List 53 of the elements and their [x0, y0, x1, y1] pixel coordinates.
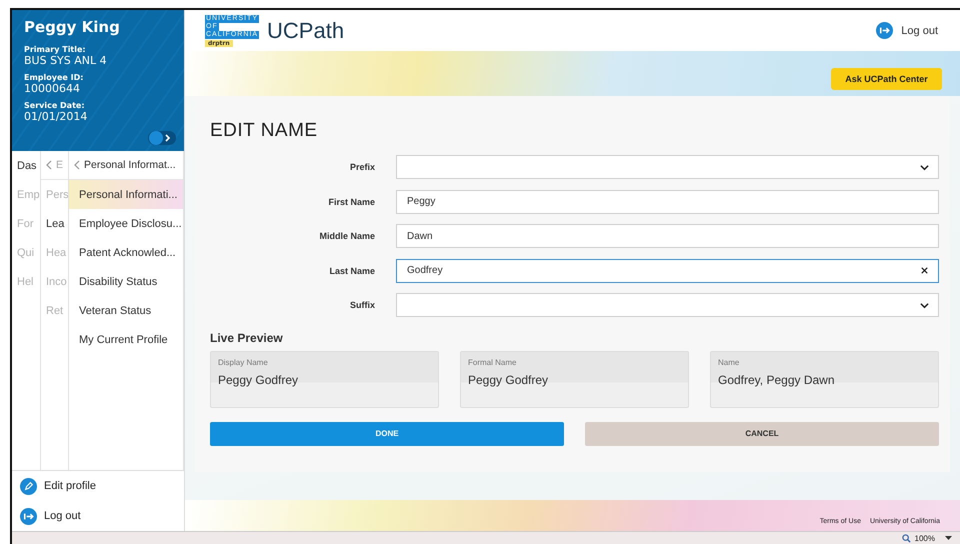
back-icon[interactable]: [73, 160, 81, 170]
chevron-down-icon: [920, 162, 929, 172]
clear-icon[interactable]: [920, 266, 929, 276]
nav-item[interactable]: Lea: [41, 209, 68, 238]
section-title: Live Preview: [210, 330, 284, 344]
nav-item[interactable]: Employee Disclosu...: [69, 209, 183, 238]
preview-label: Display Name: [218, 358, 269, 366]
preview-value: Peggy Godfrey: [218, 372, 300, 386]
logout-button[interactable]: Log out: [876, 22, 938, 39]
nav-item[interactable]: Veteran Status: [69, 296, 183, 325]
nav-header: E: [56, 159, 64, 171]
nav-item[interactable]: Personal Informati...: [69, 180, 183, 209]
profile-value: 01/01/2014: [24, 110, 88, 123]
ask-center-button[interactable]: Ask UCPath Center: [831, 68, 942, 90]
preview-value: Peggy Godfrey: [468, 372, 550, 386]
nav-item[interactable]: Disability Status: [69, 267, 183, 296]
field-label: First Name: [327, 196, 375, 207]
profile-label: Primary Title:: [24, 45, 87, 54]
field-label: Suffix: [348, 300, 375, 310]
field-label: Middle Name: [318, 231, 375, 242]
logout-button[interactable]: Log out: [20, 508, 184, 524]
field-label: Last Name: [328, 266, 375, 276]
nav-header: Personal Informat...: [84, 159, 176, 171]
profile-value: 10000644: [24, 82, 81, 95]
pencil-icon: [20, 478, 37, 494]
preview-value: Godfrey, Peggy Dawn: [718, 372, 836, 386]
chevron-down-icon: [920, 300, 929, 310]
nav-item[interactable]: Das: [12, 151, 40, 180]
profile-value: BUS SYS ANL 4: [24, 54, 108, 67]
input-field[interactable]: Godfrey: [396, 258, 939, 283]
caret-icon[interactable]: [945, 536, 952, 540]
edit-profile-button[interactable]: Edit profile: [20, 478, 184, 494]
field-label: Prefix: [348, 162, 375, 172]
nav-item[interactable]: My Current Profile: [69, 325, 183, 354]
input-field[interactable]: Peggy: [396, 190, 939, 214]
logout-icon: [876, 22, 894, 39]
back-icon[interactable]: [45, 160, 53, 170]
select-field[interactable]: [396, 155, 939, 180]
nav-item[interactable]: Patent Acknowled...: [69, 238, 183, 267]
cancel-button[interactable]: CANCEL: [585, 422, 939, 446]
zoom-level[interactable]: 100%: [914, 534, 935, 542]
page-title: EDIT NAME: [210, 120, 319, 142]
app-title: UCPath: [267, 18, 344, 44]
preview-label: Formal Name: [468, 358, 518, 366]
logout-icon: [20, 508, 37, 524]
collapse-toggle[interactable]: [148, 131, 176, 145]
profile-label: Employee ID:: [24, 73, 84, 82]
zoom-icon: [902, 534, 911, 542]
select-field[interactable]: [396, 293, 939, 318]
profile-label: Service Date:: [24, 101, 86, 110]
preview-label: Name: [718, 358, 740, 366]
employee-name: Peggy King: [24, 18, 121, 36]
input-field[interactable]: Dawn: [396, 224, 939, 248]
